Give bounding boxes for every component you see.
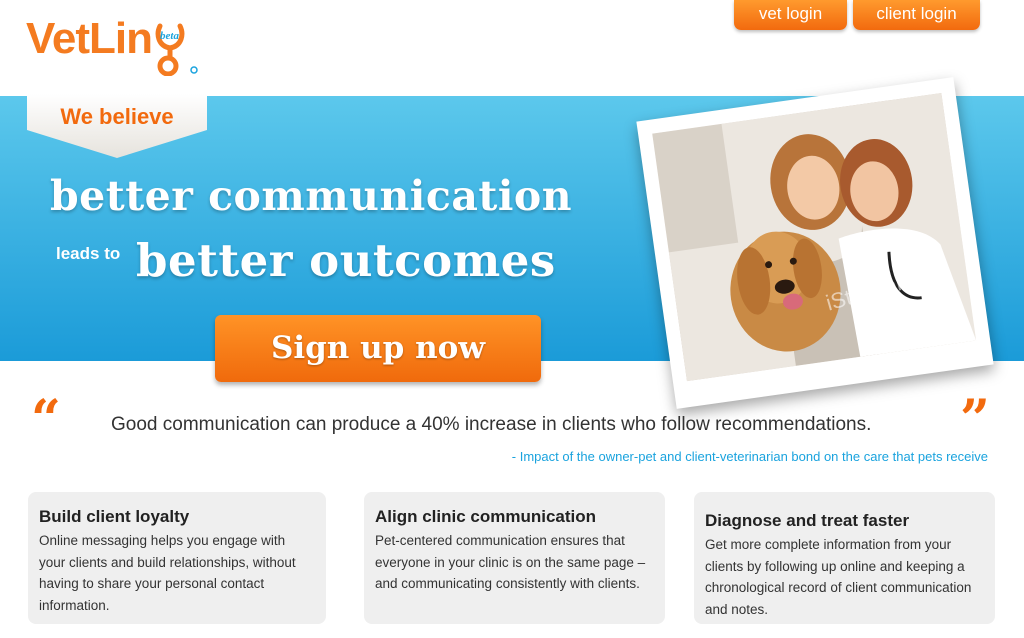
beta-badge: beta: [160, 30, 179, 42]
sign-up-button[interactable]: Sign up now: [215, 315, 541, 382]
feature-card: Align clinic communication Pet-centered …: [364, 492, 665, 624]
feature-title: Build client loyalty: [39, 507, 190, 526]
photo-illustration: iStockphoto: [652, 92, 977, 382]
headline-line-2: better outcomes: [136, 234, 556, 287]
we-believe-label: We believe: [60, 104, 174, 129]
feature-card: Diagnose and treat faster Get more compl…: [694, 492, 995, 624]
we-believe-tag: We believe: [27, 94, 207, 158]
vetlingo-logo[interactable]: VetLin beta: [26, 8, 226, 78]
client-login-button[interactable]: client login: [853, 0, 980, 30]
headline-line-1: better communication: [50, 172, 573, 220]
hero-photo-frame: iStockphoto: [636, 77, 994, 409]
feature-description: Pet-centered communication ensures that …: [375, 533, 646, 591]
vet-with-dog-photo: iStockphoto: [652, 92, 977, 382]
feature-card: Build client loyalty Online messaging he…: [28, 492, 326, 624]
leads-to-label: leads to: [56, 244, 121, 263]
close-quote-icon: ”: [960, 389, 990, 450]
testimonial-quote: Good communication can produce a 40% inc…: [111, 414, 872, 435]
open-quote-icon: “: [31, 389, 61, 450]
feature-title: Diagnose and treat faster: [705, 511, 910, 530]
quote-source-link[interactable]: - Impact of the owner-pet and client-vet…: [512, 449, 988, 464]
feature-description: Online messaging helps you engage with y…: [39, 533, 296, 613]
vet-login-button[interactable]: vet login: [734, 0, 847, 30]
stethoscope-icon: [155, 23, 198, 76]
logo-wordmark: VetLin: [26, 14, 153, 63]
feature-description: Get more complete information from your …: [705, 537, 972, 617]
feature-title: Align clinic communication: [375, 507, 597, 526]
